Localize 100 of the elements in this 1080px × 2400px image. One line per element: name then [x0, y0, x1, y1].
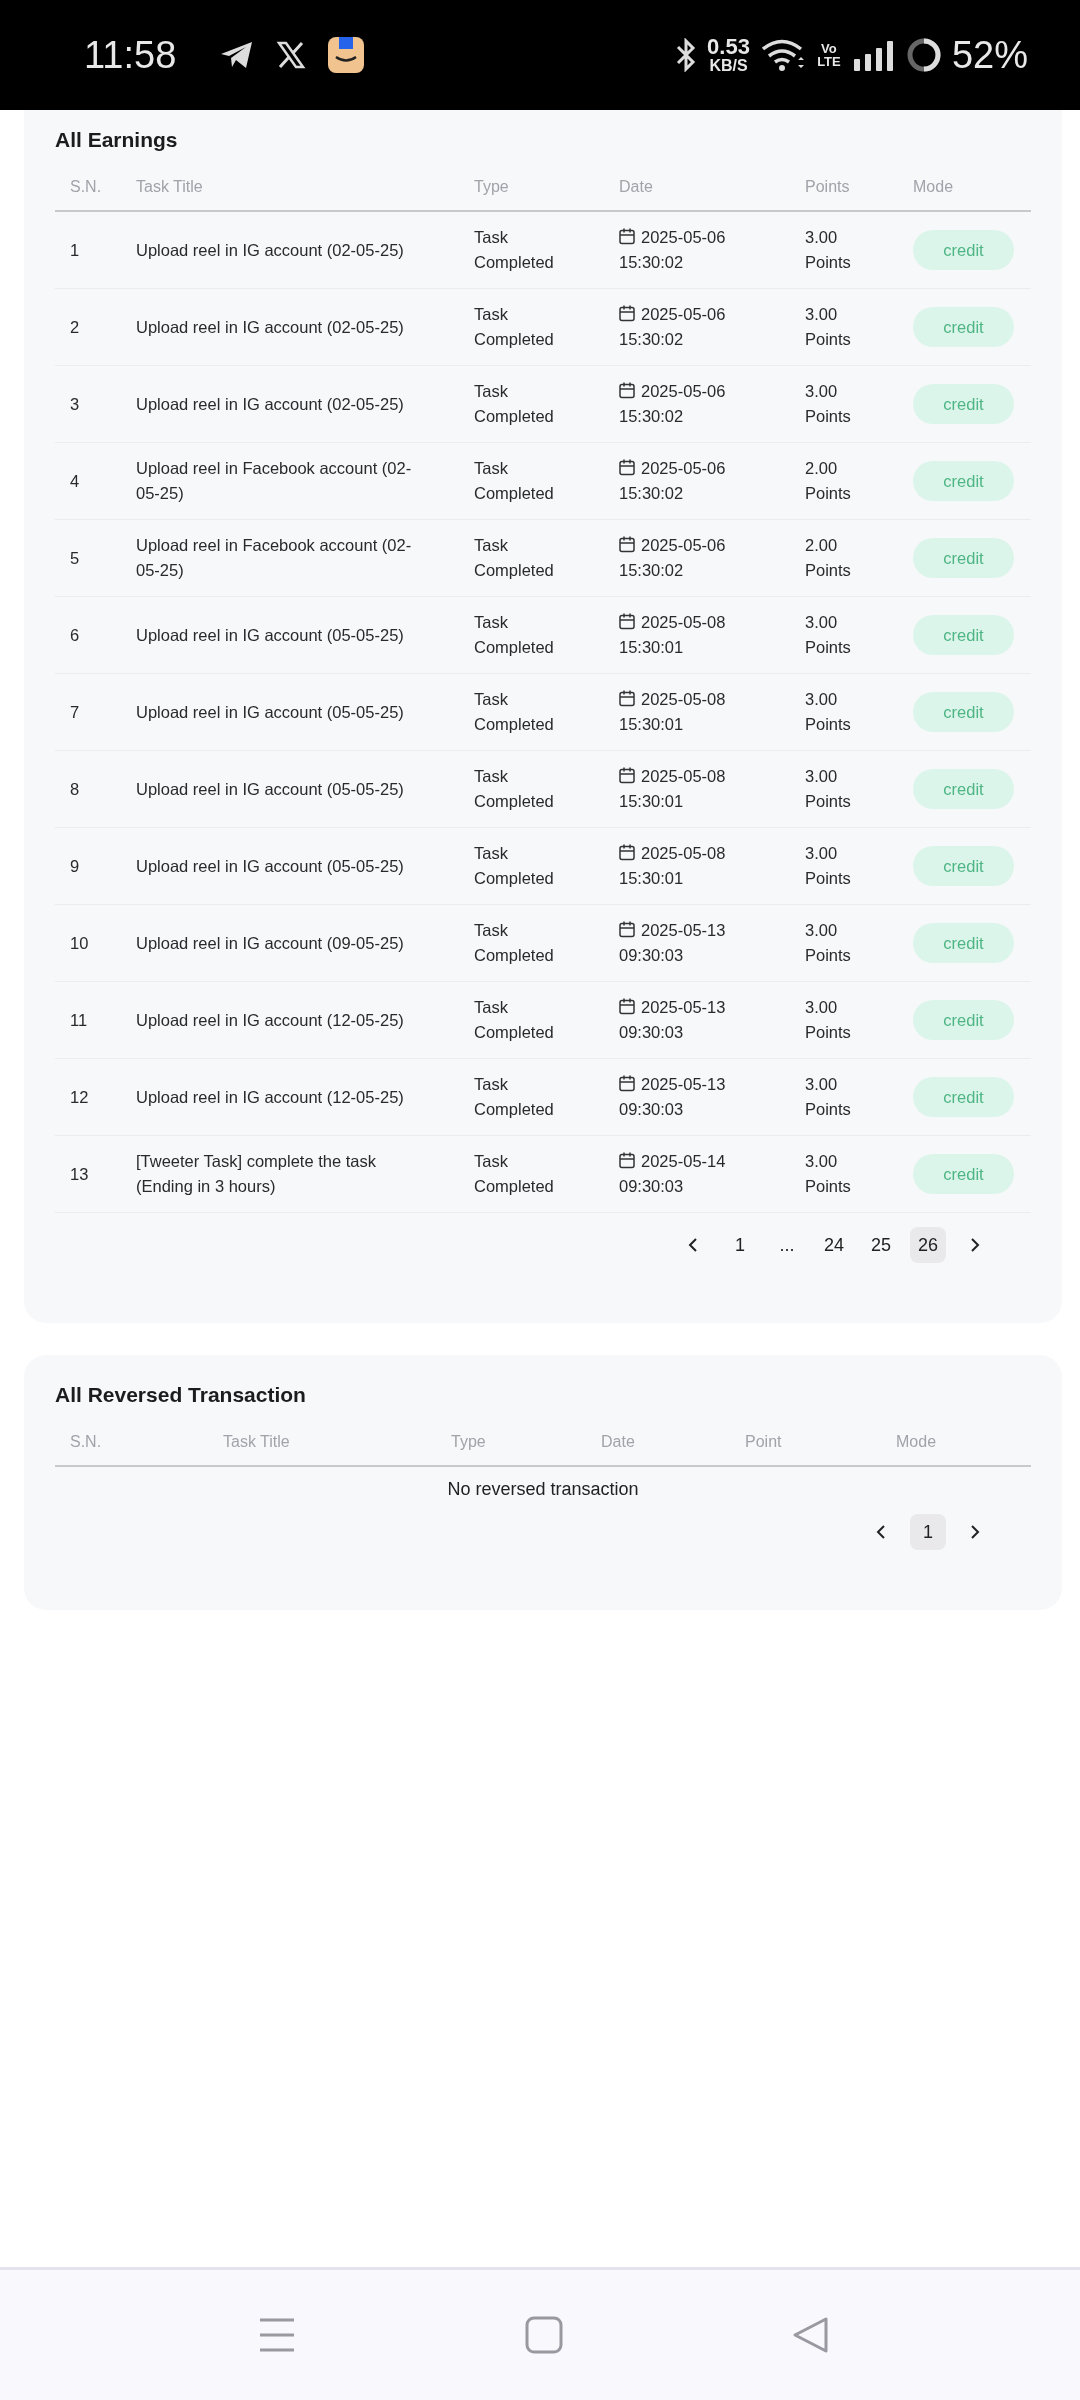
page-button[interactable]: 1: [910, 1514, 946, 1550]
table-cell-text: Upload reel in IG account (12-05-25): [136, 1009, 405, 1031]
table-cell: 2025-05-08: [641, 690, 726, 708]
table-cell-text: 3: [69, 393, 81, 415]
calendar-icon: [619, 1152, 635, 1169]
chevron-right-icon[interactable]: [968, 1524, 982, 1540]
shopping-app-icon: [328, 37, 365, 73]
paper-plane-icon: [220, 40, 255, 70]
table-cell-text: Upload reel in IG account (05-05-25): [136, 701, 405, 723]
network-speed: 0.53: [707, 36, 750, 58]
back-icon[interactable]: [792, 2316, 830, 2354]
table-cell-text: 7: [69, 701, 81, 723]
calendar-icon: [619, 921, 635, 938]
table-cell: 09:30:03: [619, 1100, 684, 1118]
table-cell: 2025-05-08: [641, 767, 726, 785]
mode-badge: credit: [913, 615, 1014, 655]
table-cell-text: Upload reel in IG account (05-05-25): [136, 624, 405, 646]
mode-badge: credit: [913, 769, 1014, 809]
table-cell-text: Upload reel in IG account (02-05-25): [136, 239, 405, 261]
table-cell-text: 3.00 Points: [805, 304, 852, 350]
table-cell-text: 2: [69, 316, 81, 338]
table-cell: 2025-05-08: [641, 613, 726, 631]
calendar-icon: [619, 1075, 635, 1092]
table-cell-text: Upload reel in IG account (02-05-25): [136, 393, 405, 415]
column-header: Type: [450, 1433, 487, 1451]
table-cell-text: Task Completed: [474, 1074, 555, 1120]
table-cell-text: 1: [69, 239, 81, 261]
table-cell-text: 3.00 Points: [805, 997, 852, 1043]
page-button[interactable]: 24: [816, 1227, 852, 1263]
table-cell: 2025-05-06: [641, 536, 726, 554]
table-cell-text: 2.00 Points: [805, 535, 852, 581]
table-cell: 15:30:01: [619, 638, 684, 656]
table-cell: 2025-05-06: [641, 228, 726, 246]
table-cell: 15:30:02: [619, 330, 684, 348]
table-cell: 15:30:01: [619, 869, 684, 887]
table-cell-text: 3.00 Points: [805, 920, 852, 966]
chevron-right-icon[interactable]: [968, 1237, 982, 1253]
column-header: Mode: [895, 1433, 938, 1451]
table-cell: 09:30:03: [619, 1177, 684, 1195]
table-cell-text: 3.00 Points: [805, 1151, 852, 1197]
x-letter-icon: [276, 40, 307, 70]
table-cell-text: Task Completed: [474, 612, 555, 658]
table-cell: 2025-05-06: [641, 459, 726, 477]
table-cell-text: Task Completed: [474, 227, 555, 273]
table-cell-text: Task Completed: [474, 689, 555, 735]
table-cell-text: 8: [69, 778, 81, 800]
table-cell-text: 13: [69, 1163, 90, 1185]
table-cell-text: 3.00 Points: [805, 843, 852, 889]
section-title: All Reversed Transaction: [55, 1383, 307, 1407]
table-cell-text: 3.00 Points: [805, 381, 852, 427]
calendar-icon: [619, 613, 635, 630]
table-cell-text: Task Completed: [474, 304, 555, 350]
table-cell: 2025-05-06: [641, 382, 726, 400]
home-square-icon[interactable]: [525, 2316, 563, 2354]
chevron-left-icon[interactable]: [686, 1237, 700, 1253]
table-cell: 2025-05-13: [641, 921, 726, 939]
column-header: Date: [619, 178, 654, 196]
calendar-icon: [619, 459, 635, 476]
calendar-icon: [619, 536, 635, 553]
calendar-icon: [619, 382, 635, 399]
column-header: Date: [600, 1433, 636, 1451]
table-cell-text: Task Completed: [474, 535, 555, 581]
bluetooth-icon: [675, 38, 698, 72]
table-cell-text: Task Completed: [474, 458, 555, 504]
table-cell-text: Upload reel in IG account (12-05-25): [136, 1086, 405, 1108]
table-cell-text: 3.00 Points: [805, 1074, 852, 1120]
table-cell-text: Task Completed: [474, 997, 555, 1043]
table-cell: 2025-05-13: [641, 998, 726, 1016]
table-cell: 09:30:03: [619, 946, 684, 964]
table-cell: 2025-05-13: [641, 1075, 726, 1093]
table-cell-text: 2.00 Points: [805, 458, 852, 504]
table-cell: 15:30:02: [619, 484, 684, 502]
mode-badge: credit: [913, 230, 1014, 270]
calendar-icon: [619, 767, 635, 784]
menu-icon[interactable]: [258, 2316, 296, 2354]
table-cell-text: Task Completed: [474, 766, 555, 812]
column-header: Point: [744, 1433, 783, 1451]
page-button[interactable]: 26: [910, 1227, 946, 1263]
table-cell-text: 3.00 Points: [805, 689, 852, 735]
pagination-ellipsis: ...: [778, 1233, 796, 1257]
page-button[interactable]: 1: [722, 1227, 758, 1263]
column-header: Task Title: [136, 178, 204, 196]
signal-icon: [851, 39, 896, 71]
mode-badge: credit: [913, 538, 1014, 578]
table-cell-text: [Tweeter Task] complete the task (Ending in 3 hours): [136, 1151, 377, 1197]
table-cell-text: Task Completed: [474, 381, 555, 427]
calendar-icon: [619, 844, 635, 861]
table-cell-text: 10: [69, 932, 90, 954]
mode-badge: credit: [913, 384, 1014, 424]
table-cell-text: 3.00 Points: [805, 766, 852, 812]
column-header: S.N.: [69, 1433, 103, 1451]
table-cell-text: Task Completed: [474, 920, 555, 966]
table-cell-text: Task Completed: [474, 843, 555, 889]
mode-badge: credit: [913, 846, 1014, 886]
mode-badge: credit: [913, 1077, 1014, 1117]
page-button[interactable]: 25: [863, 1227, 899, 1263]
wifi-icon: [759, 38, 806, 72]
table-cell-text: Upload reel in IG account (09-05-25): [136, 932, 405, 954]
network-type: Vo LTE: [816, 42, 842, 68]
chevron-left-icon[interactable]: [874, 1524, 888, 1540]
